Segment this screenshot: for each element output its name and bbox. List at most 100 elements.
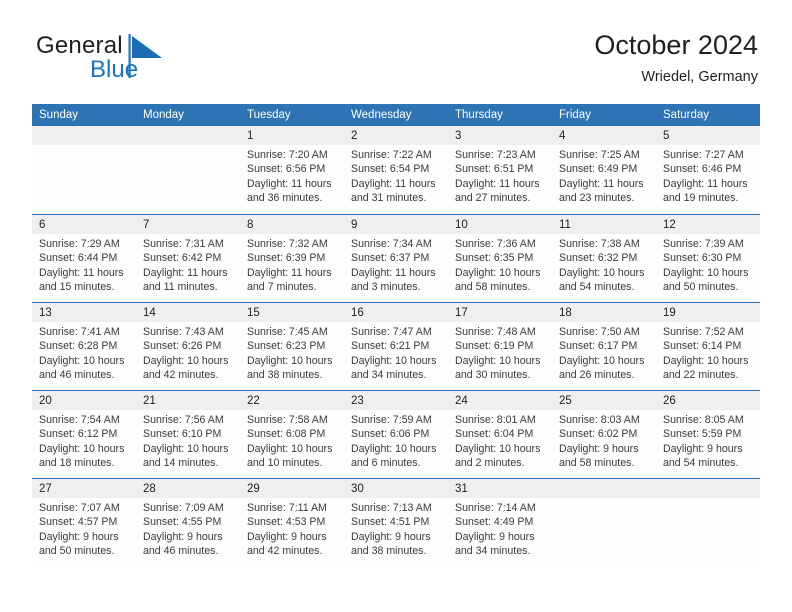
day-number: 11: [559, 219, 571, 231]
calendar-day-cell-10[interactable]: 10 Sunrise: 7:36 AM Sunset: 6:35 PM Dayl…: [448, 215, 552, 302]
sunset-text: Sunset: 6:54 PM: [351, 163, 430, 176]
sunset-text: Sunset: 4:51 PM: [351, 516, 430, 529]
day-info: Sunrise: 7:43 AM Sunset: 6:26 PM Dayligh…: [136, 322, 240, 383]
calendar-day-cell-20[interactable]: 20 Sunrise: 7:54 AM Sunset: 6:12 PM Dayl…: [32, 391, 136, 478]
calendar-day-cell-17[interactable]: 17 Sunrise: 7:48 AM Sunset: 6:19 PM Dayl…: [448, 303, 552, 390]
daylight-text-line2: and 42 minutes.: [143, 369, 219, 382]
calendar-day-cell-4[interactable]: 4 Sunrise: 7:25 AM Sunset: 6:49 PM Dayli…: [552, 126, 656, 214]
calendar-day-cell-18[interactable]: 18 Sunrise: 7:50 AM Sunset: 6:17 PM Dayl…: [552, 303, 656, 390]
sunset-text: Sunset: 6:04 PM: [455, 428, 534, 441]
calendar-day-cell-21[interactable]: 21 Sunrise: 7:56 AM Sunset: 6:10 PM Dayl…: [136, 391, 240, 478]
day-number: 12: [663, 219, 676, 231]
daylight-text-line1: Daylight: 11 hours: [455, 177, 540, 190]
daylight-text-line2: and 34 minutes.: [455, 545, 531, 558]
sunset-text: Sunset: 4:57 PM: [39, 516, 118, 529]
day-info: Sunrise: 7:59 AM Sunset: 6:06 PM Dayligh…: [344, 410, 448, 471]
day-number-band: 3: [448, 126, 552, 145]
calendar-day-cell-25[interactable]: 25 Sunrise: 8:03 AM Sunset: 6:02 PM Dayl…: [552, 391, 656, 478]
sunrise-text: Sunrise: 7:20 AM: [247, 149, 328, 161]
daylight-text-line2: and 38 minutes.: [247, 369, 323, 382]
day-info: Sunrise: 7:27 AM Sunset: 6:46 PM Dayligh…: [656, 145, 760, 206]
calendar-day-cell-13[interactable]: 13 Sunrise: 7:41 AM Sunset: 6:28 PM Dayl…: [32, 303, 136, 390]
calendar-day-cell-1[interactable]: 1 Sunrise: 7:20 AM Sunset: 6:56 PM Dayli…: [240, 126, 344, 214]
weekday-header-wednesday: Wednesday: [351, 109, 412, 121]
day-info: Sunrise: 7:45 AM Sunset: 6:23 PM Dayligh…: [240, 322, 344, 383]
sunrise-text: Sunrise: 7:43 AM: [143, 326, 224, 338]
day-number-band: 17: [448, 303, 552, 322]
sunrise-text: Sunrise: 8:03 AM: [559, 414, 640, 426]
calendar-day-cell-2[interactable]: 2 Sunrise: 7:22 AM Sunset: 6:54 PM Dayli…: [344, 126, 448, 214]
calendar-week-row: 13 Sunrise: 7:41 AM Sunset: 6:28 PM Dayl…: [32, 302, 760, 390]
sunset-text: Sunset: 6:42 PM: [143, 252, 222, 265]
day-number: 8: [247, 219, 254, 231]
calendar-day-cell-12[interactable]: 12 Sunrise: 7:39 AM Sunset: 6:30 PM Dayl…: [656, 215, 760, 302]
calendar-day-cell-28[interactable]: 28 Sunrise: 7:09 AM Sunset: 4:55 PM Dayl…: [136, 479, 240, 566]
daylight-text-line1: Daylight: 9 hours: [143, 530, 223, 543]
day-number: 26: [663, 395, 676, 407]
calendar-day-cell-14[interactable]: 14 Sunrise: 7:43 AM Sunset: 6:26 PM Dayl…: [136, 303, 240, 390]
daylight-text-line1: Daylight: 9 hours: [559, 442, 639, 455]
calendar-day-cell-empty: [656, 479, 760, 566]
daylight-text-line2: and 46 minutes.: [39, 369, 115, 382]
daylight-text-line1: Daylight: 11 hours: [143, 266, 228, 279]
day-number: 16: [351, 307, 364, 319]
daylight-text-line2: and 19 minutes.: [663, 192, 739, 205]
calendar-day-cell-15[interactable]: 15 Sunrise: 7:45 AM Sunset: 6:23 PM Dayl…: [240, 303, 344, 390]
day-number-band: 9: [344, 215, 448, 234]
weekday-header-sunday: Sunday: [39, 109, 79, 121]
sunrise-text: Sunrise: 7:36 AM: [455, 238, 536, 250]
daylight-text-line1: Daylight: 9 hours: [247, 530, 327, 543]
sunrise-text: Sunrise: 7:32 AM: [247, 238, 328, 250]
day-number: 4: [559, 130, 566, 142]
calendar-day-cell-22[interactable]: 22 Sunrise: 7:58 AM Sunset: 6:08 PM Dayl…: [240, 391, 344, 478]
brand-logo[interactable]: General Blue: [34, 30, 264, 88]
daylight-text-line2: and 58 minutes.: [455, 281, 531, 294]
calendar-day-cell-5[interactable]: 5 Sunrise: 7:27 AM Sunset: 6:46 PM Dayli…: [656, 126, 760, 214]
calendar-day-cell-16[interactable]: 16 Sunrise: 7:47 AM Sunset: 6:21 PM Dayl…: [344, 303, 448, 390]
calendar-day-cell-11[interactable]: 11 Sunrise: 7:38 AM Sunset: 6:32 PM Dayl…: [552, 215, 656, 302]
calendar-day-cell-7[interactable]: 7 Sunrise: 7:31 AM Sunset: 6:42 PM Dayli…: [136, 215, 240, 302]
calendar-day-cell-8[interactable]: 8 Sunrise: 7:32 AM Sunset: 6:39 PM Dayli…: [240, 215, 344, 302]
calendar-day-cell-6[interactable]: 6 Sunrise: 7:29 AM Sunset: 6:44 PM Dayli…: [32, 215, 136, 302]
calendar-day-cell-19[interactable]: 19 Sunrise: 7:52 AM Sunset: 6:14 PM Dayl…: [656, 303, 760, 390]
sunset-text: Sunset: 6:39 PM: [247, 252, 326, 265]
day-number-band: 16: [344, 303, 448, 322]
daylight-text-line1: Daylight: 9 hours: [39, 530, 119, 543]
sunset-text: Sunset: 6:17 PM: [559, 340, 638, 353]
daylight-text-line1: Daylight: 10 hours: [143, 442, 229, 455]
daylight-text-line1: Daylight: 10 hours: [247, 442, 333, 455]
calendar-day-cell-29[interactable]: 29 Sunrise: 7:11 AM Sunset: 4:53 PM Dayl…: [240, 479, 344, 566]
day-number-band: 31: [448, 479, 552, 498]
day-number: 17: [455, 307, 468, 319]
day-info: Sunrise: 7:11 AM Sunset: 4:53 PM Dayligh…: [240, 498, 344, 559]
day-number: 2: [351, 130, 358, 142]
page-header: General Blue October 2024 Wriedel, Germa…: [34, 30, 758, 92]
calendar-day-cell-26[interactable]: 26 Sunrise: 8:05 AM Sunset: 5:59 PM Dayl…: [656, 391, 760, 478]
calendar-day-cell-3[interactable]: 3 Sunrise: 7:23 AM Sunset: 6:51 PM Dayli…: [448, 126, 552, 214]
calendar-day-cell-27[interactable]: 27 Sunrise: 7:07 AM Sunset: 4:57 PM Dayl…: [32, 479, 136, 566]
calendar-day-cell-30[interactable]: 30 Sunrise: 7:13 AM Sunset: 4:51 PM Dayl…: [344, 479, 448, 566]
daylight-text-line2: and 54 minutes.: [663, 457, 739, 470]
day-number-band: 1: [240, 126, 344, 145]
day-info: Sunrise: 8:01 AM Sunset: 6:04 PM Dayligh…: [448, 410, 552, 471]
page-title: October 2024: [594, 30, 758, 60]
sunrise-text: Sunrise: 7:13 AM: [351, 502, 432, 514]
daylight-text-line1: Daylight: 11 hours: [351, 266, 436, 279]
day-info: Sunrise: 7:48 AM Sunset: 6:19 PM Dayligh…: [448, 322, 552, 383]
day-number-band: 27: [32, 479, 136, 498]
day-info: Sunrise: 7:23 AM Sunset: 6:51 PM Dayligh…: [448, 145, 552, 206]
calendar-day-cell-31[interactable]: 31 Sunrise: 7:14 AM Sunset: 4:49 PM Dayl…: [448, 479, 552, 566]
day-number-band: 13: [32, 303, 136, 322]
sunset-text: Sunset: 6:08 PM: [247, 428, 326, 441]
daylight-text-line1: Daylight: 10 hours: [143, 354, 229, 367]
calendar-day-cell-23[interactable]: 23 Sunrise: 7:59 AM Sunset: 6:06 PM Dayl…: [344, 391, 448, 478]
calendar-day-cell-24[interactable]: 24 Sunrise: 8:01 AM Sunset: 6:04 PM Dayl…: [448, 391, 552, 478]
weekday-header-saturday: Saturday: [663, 109, 710, 121]
daylight-text-line1: Daylight: 11 hours: [247, 266, 332, 279]
sunrise-text: Sunrise: 7:47 AM: [351, 326, 432, 338]
daylight-text-line1: Daylight: 11 hours: [351, 177, 436, 190]
daylight-text-line2: and 36 minutes.: [247, 192, 323, 205]
daylight-text-line1: Daylight: 9 hours: [351, 530, 431, 543]
weekday-header-friday: Friday: [559, 109, 591, 121]
calendar-day-cell-9[interactable]: 9 Sunrise: 7:34 AM Sunset: 6:37 PM Dayli…: [344, 215, 448, 302]
